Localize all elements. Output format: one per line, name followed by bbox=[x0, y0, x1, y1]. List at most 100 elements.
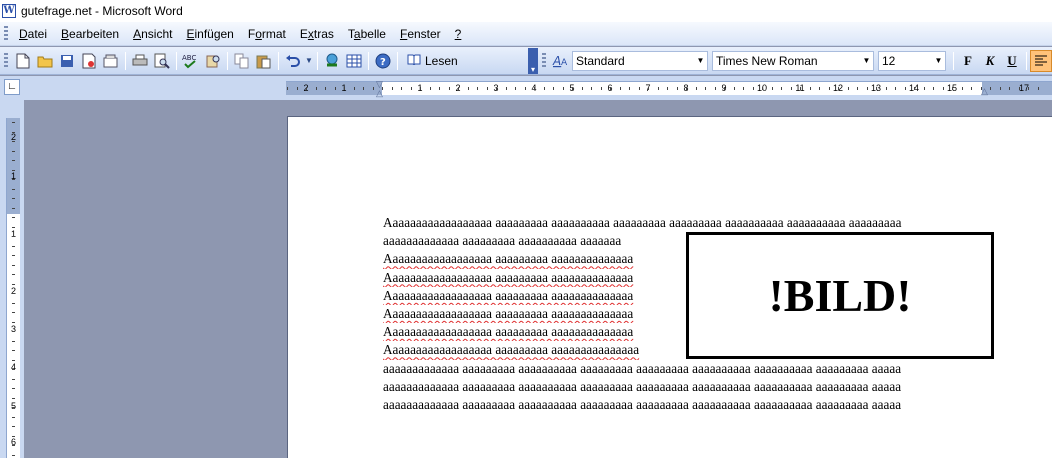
ruler-tick bbox=[534, 87, 535, 90]
research-icon[interactable] bbox=[202, 50, 224, 72]
vertical-ruler[interactable]: 21123456 bbox=[6, 118, 20, 458]
font-select[interactable]: Times New Roman ▼ bbox=[712, 50, 874, 71]
save-icon[interactable] bbox=[56, 50, 78, 72]
ruler-tick bbox=[12, 321, 15, 323]
style-select[interactable]: Standard ▼ bbox=[572, 50, 708, 71]
read-mode-button[interactable]: Lesen bbox=[401, 50, 464, 72]
document-page[interactable]: Aaaaaaaaaaaaaaaaaa aaaaaaaaa aaaaaaaaaa … bbox=[287, 116, 1052, 458]
bold-button[interactable]: F bbox=[957, 50, 979, 72]
ruler-tick bbox=[515, 87, 516, 90]
menu-grip-handle[interactable] bbox=[4, 25, 8, 42]
menu-item-datei[interactable]: Datei bbox=[12, 27, 54, 41]
menu-item-bearbeiten[interactable]: Bearbeiten bbox=[54, 27, 126, 41]
ruler-tick bbox=[334, 87, 336, 90]
new-doc-icon[interactable] bbox=[12, 50, 34, 72]
svg-text:?: ? bbox=[380, 57, 386, 68]
print-icon[interactable] bbox=[129, 50, 151, 72]
ruler-tick bbox=[353, 87, 355, 90]
ruler-tick bbox=[695, 87, 697, 90]
menu-item-format[interactable]: Format bbox=[241, 27, 293, 41]
font-size-value: 12 bbox=[882, 53, 896, 68]
toolbar-grip-handle[interactable] bbox=[4, 52, 8, 69]
tab-selector-icon[interactable]: ∟ bbox=[4, 79, 20, 95]
ruler-tick bbox=[12, 416, 15, 418]
document-line: Aaaaaaaaaaaaaaaaaa aaaaaaaaa aaaaaaaaaaa… bbox=[383, 324, 634, 340]
menu-item-label: Bearbeiten bbox=[61, 26, 120, 41]
chevron-down-icon[interactable]: ▼ bbox=[694, 52, 707, 70]
toolbar-options-icon[interactable]: ▾ bbox=[528, 47, 538, 74]
ruler-tick bbox=[12, 283, 15, 285]
menu-item-label: Einfügen bbox=[186, 26, 234, 41]
ruler-tick bbox=[12, 188, 15, 190]
read-mode-label: Lesen bbox=[425, 53, 458, 68]
ruler-tick bbox=[363, 87, 364, 90]
ruler-tick bbox=[524, 87, 526, 90]
italic-button[interactable]: K bbox=[979, 50, 1001, 72]
ruler-tick bbox=[1018, 87, 1020, 90]
ruler-tick bbox=[496, 87, 497, 90]
ruler-label: 3 bbox=[10, 324, 16, 334]
undo-dropdown-arrow-icon[interactable]: ▼ bbox=[304, 50, 314, 72]
permission-icon[interactable] bbox=[78, 50, 100, 72]
paste-icon[interactable] bbox=[253, 50, 275, 72]
ruler-tick bbox=[410, 87, 412, 90]
menu-item-fenster[interactable]: Fenster bbox=[393, 27, 448, 41]
ruler-label: 4 bbox=[10, 362, 16, 372]
ruler-tick bbox=[12, 407, 15, 408]
open-folder-icon[interactable] bbox=[34, 50, 56, 72]
chevron-down-icon[interactable]: ▼ bbox=[860, 52, 873, 70]
ruler-tick bbox=[1028, 87, 1029, 90]
undo-icon[interactable] bbox=[282, 50, 304, 72]
ruler-tick bbox=[12, 302, 15, 304]
ruler-tick bbox=[733, 87, 735, 90]
menu-item-einfügen[interactable]: Einfügen bbox=[179, 27, 240, 41]
ruler-tick bbox=[591, 87, 592, 90]
hyperlink-icon[interactable] bbox=[321, 50, 343, 72]
menu-item-help[interactable]: ? bbox=[448, 27, 469, 41]
chevron-down-icon[interactable]: ▼ bbox=[932, 52, 945, 70]
word-doc-icon[interactable]: W bbox=[2, 4, 16, 18]
image-placeholder-label: !BILD! bbox=[768, 270, 912, 321]
ruler-tick bbox=[752, 87, 754, 90]
menu-item-extras[interactable]: Extras bbox=[293, 27, 341, 41]
image-placeholder[interactable]: !BILD! bbox=[686, 232, 994, 359]
spellcheck-icon[interactable]: ABC bbox=[180, 50, 202, 72]
ruler-tick bbox=[543, 87, 545, 90]
email-icon[interactable] bbox=[100, 50, 122, 72]
toolbar-separator bbox=[317, 51, 318, 70]
font-size-select[interactable]: 12 ▼ bbox=[878, 50, 946, 71]
ruler-tick bbox=[771, 87, 773, 90]
menu-item-label: Extras bbox=[299, 26, 334, 41]
print-preview-icon[interactable] bbox=[151, 50, 173, 72]
menu-item-ansicht[interactable]: Ansicht bbox=[126, 27, 179, 41]
toolbar2-grip-handle[interactable] bbox=[542, 52, 546, 69]
ruler-tick bbox=[12, 150, 15, 152]
ruler-tick bbox=[12, 169, 15, 171]
menu-item-label: Ansicht bbox=[133, 26, 173, 41]
menu-item-tabelle[interactable]: Tabelle bbox=[341, 27, 393, 41]
toolbar-separator bbox=[953, 51, 954, 70]
help-icon[interactable]: ? bbox=[372, 50, 394, 72]
table-icon[interactable] bbox=[343, 50, 365, 72]
document-line: aaaaaaaaaaaaa aaaaaaaaa aaaaaaaaaa aaaaa… bbox=[383, 378, 902, 394]
ruler-tick bbox=[876, 87, 877, 90]
menu-item-label: ? bbox=[454, 26, 462, 41]
align-left-icon[interactable] bbox=[1030, 49, 1052, 72]
ruler-tick bbox=[904, 87, 906, 90]
ruler-tick bbox=[686, 87, 687, 90]
document-line: Aaaaaaaaaaaaaaaaaa aaaaaaaaa aaaaaaaaaaa… bbox=[383, 269, 634, 285]
ruler-tick bbox=[895, 87, 896, 90]
menu-item-label: Tabelle bbox=[347, 26, 386, 41]
copy-icon[interactable] bbox=[231, 50, 253, 72]
ruler-tick bbox=[714, 87, 716, 90]
ruler-tick bbox=[809, 87, 811, 90]
style-a-icon[interactable]: AA bbox=[550, 50, 572, 72]
ruler-tick bbox=[1009, 87, 1010, 90]
ruler-label: 5 bbox=[10, 401, 16, 411]
ruler-tick bbox=[315, 87, 317, 90]
ruler-tick bbox=[676, 87, 678, 90]
underline-button[interactable]: U bbox=[1001, 50, 1023, 72]
ruler-tick bbox=[629, 87, 630, 90]
horizontal-ruler[interactable]: ▽ △ △ 2112345678910111213141517 bbox=[286, 79, 1052, 98]
right-indent-icon[interactable]: △ bbox=[981, 86, 988, 97]
